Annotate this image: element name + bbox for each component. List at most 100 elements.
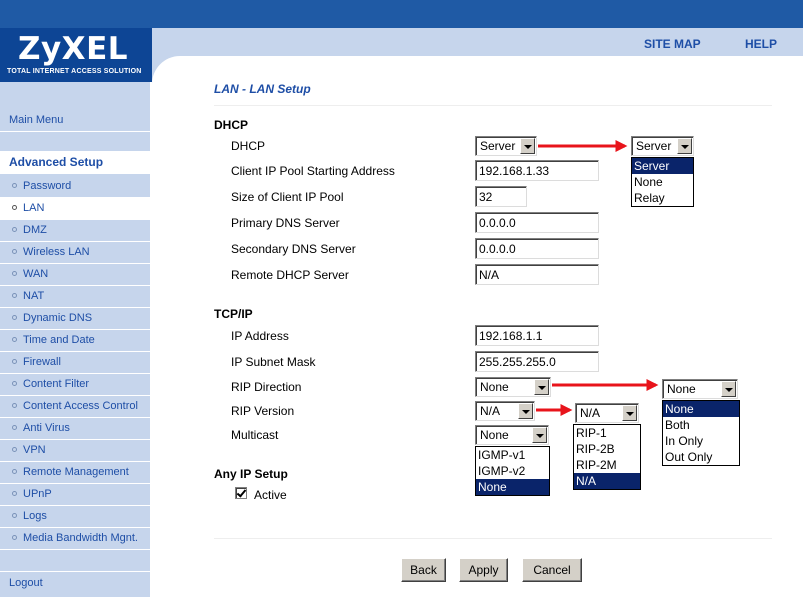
- cancel-button[interactable]: Cancel: [522, 558, 582, 582]
- multicast-select[interactable]: None: [475, 425, 549, 445]
- rip-version-popup-value: N/A: [580, 406, 601, 420]
- sidebar-item-label: UPnP: [23, 488, 52, 500]
- rip-version-select[interactable]: N/A: [475, 401, 535, 421]
- sidebar-item-wireless-lan[interactable]: Wireless LAN: [0, 242, 152, 264]
- rip-direction-option-out-only[interactable]: Out Only: [663, 449, 739, 465]
- top-nav-bar: SITE MAP HELP: [152, 28, 803, 56]
- subnet-mask-field[interactable]: [475, 351, 599, 372]
- rip-version-option-rip1[interactable]: RIP-1: [574, 425, 640, 441]
- page-title: LAN - LAN Setup: [214, 82, 311, 96]
- pool-start-label: Client IP Pool Starting Address: [231, 164, 395, 178]
- dhcp-option-none[interactable]: None: [632, 174, 693, 190]
- pool-start-field[interactable]: [475, 160, 599, 181]
- rip-direction-value: None: [480, 380, 509, 394]
- multicast-option-igmp-v1[interactable]: IGMP-v1: [476, 447, 549, 463]
- bullet-icon: [12, 315, 17, 320]
- sidebar-item-label: Firewall: [23, 356, 61, 368]
- dhcp-popup-select[interactable]: Server: [631, 136, 694, 156]
- sidebar-item-content-access-control[interactable]: Content Access Control: [0, 396, 152, 418]
- multicast-value: None: [480, 428, 509, 442]
- any-ip-active-checkbox[interactable]: [235, 487, 247, 499]
- pool-size-field[interactable]: [475, 186, 527, 207]
- bullet-icon: [12, 205, 17, 210]
- sidebar-main-menu[interactable]: Main Menu: [0, 110, 152, 132]
- pool-size-label: Size of Client IP Pool: [231, 190, 344, 204]
- bullet-icon: [12, 183, 17, 188]
- section-tcpip: TCP/IP: [214, 307, 253, 321]
- dhcp-option-server[interactable]: Server: [632, 158, 693, 174]
- sidebar-logout[interactable]: Logout: [0, 571, 152, 593]
- sidebar-item-vpn[interactable]: VPN: [0, 440, 152, 462]
- chevron-down-icon[interactable]: [520, 138, 535, 154]
- rip-version-value: N/A: [480, 404, 501, 418]
- rip-version-options-list: RIP-1 RIP-2B RIP-2M N/A: [573, 424, 641, 490]
- top-strip: [0, 0, 803, 28]
- dhcp-option-relay[interactable]: Relay: [632, 190, 693, 206]
- rip-version-label: RIP Version: [231, 404, 295, 418]
- dhcp-popup-value: Server: [636, 139, 672, 153]
- sidebar-item-dynamic-dns[interactable]: Dynamic DNS: [0, 308, 152, 330]
- sidebar-item-nat[interactable]: NAT: [0, 286, 152, 308]
- apply-button[interactable]: Apply: [459, 558, 508, 582]
- sidebar-item-remote-management[interactable]: Remote Management: [0, 462, 152, 484]
- sidebar-item-lan[interactable]: LAN: [0, 198, 152, 220]
- subnet-mask-label: IP Subnet Mask: [231, 355, 316, 369]
- sidebar-item-label: Content Access Control: [23, 400, 138, 412]
- multicast-option-none[interactable]: None: [476, 479, 549, 495]
- rip-direction-option-both[interactable]: Both: [663, 417, 739, 433]
- remote-dhcp-field[interactable]: [475, 264, 599, 285]
- rip-direction-option-none[interactable]: None: [663, 401, 739, 417]
- sidebar-item-upnp[interactable]: UPnP: [0, 484, 152, 506]
- sidebar-item-label: Wireless LAN: [23, 246, 90, 258]
- primary-dns-field[interactable]: [475, 212, 599, 233]
- sidebar-item-logs[interactable]: Logs: [0, 506, 152, 528]
- bullet-icon: [12, 447, 17, 452]
- sidebar-item-password[interactable]: Password: [0, 176, 152, 198]
- sidebar-item-time-and-date[interactable]: Time and Date: [0, 330, 152, 352]
- bullet-icon: [12, 535, 17, 540]
- dhcp-label: DHCP: [231, 139, 266, 153]
- bullet-icon: [12, 491, 17, 496]
- dhcp-select[interactable]: Server: [475, 136, 537, 156]
- chevron-down-icon[interactable]: [518, 403, 533, 419]
- bullet-icon: [12, 403, 17, 408]
- bullet-icon: [12, 337, 17, 342]
- rip-direction-option-in-only[interactable]: In Only: [663, 433, 739, 449]
- secondary-dns-field[interactable]: [475, 238, 599, 259]
- chevron-down-icon[interactable]: [721, 381, 736, 397]
- sidebar-item-anti-virus[interactable]: Anti Virus: [0, 418, 152, 440]
- rip-direction-select[interactable]: None: [475, 377, 551, 397]
- bullet-icon: [12, 469, 17, 474]
- chevron-down-icon[interactable]: [677, 138, 692, 154]
- section-any-ip: Any IP Setup: [214, 467, 288, 481]
- any-ip-active-label: Active: [254, 488, 287, 502]
- dhcp-select-value: Server: [480, 139, 516, 153]
- rip-version-option-na[interactable]: N/A: [574, 473, 640, 489]
- sidebar-item-wan[interactable]: WAN: [0, 264, 152, 286]
- chevron-down-icon[interactable]: [622, 405, 637, 421]
- sidebar-item-label: NAT: [23, 290, 45, 302]
- zyxel-logo: ZyXEL: [18, 31, 129, 67]
- rip-version-option-rip2b[interactable]: RIP-2B: [574, 441, 640, 457]
- sidebar-item-dmz[interactable]: DMZ: [0, 220, 152, 242]
- help-link[interactable]: HELP: [745, 37, 777, 51]
- sidebar-item-label: Anti Virus: [23, 422, 70, 434]
- sidebar-item-label: Password: [23, 180, 72, 192]
- multicast-option-igmp-v2[interactable]: IGMP-v2: [476, 463, 549, 479]
- sidebar-item-content-filter[interactable]: Content Filter: [0, 374, 152, 396]
- sidebar-spacer: [0, 132, 152, 152]
- sidebar-item-media-bandwidth-mgnt[interactable]: Media Bandwidth Mgnt.: [0, 528, 152, 550]
- back-button[interactable]: Back: [401, 558, 446, 582]
- section-dhcp: DHCP: [214, 118, 249, 132]
- chevron-down-icon[interactable]: [532, 427, 547, 443]
- rip-version-option-rip2m[interactable]: RIP-2M: [574, 457, 640, 473]
- rip-version-popup-select[interactable]: N/A: [575, 403, 639, 423]
- sidebar-main-menu-label: Main Menu: [9, 114, 64, 126]
- sidebar-item-firewall[interactable]: Firewall: [0, 352, 152, 374]
- secondary-dns-label: Secondary DNS Server: [231, 242, 356, 256]
- rip-direction-popup-value: None: [667, 382, 696, 396]
- chevron-down-icon[interactable]: [534, 379, 549, 395]
- site-map-link[interactable]: SITE MAP: [644, 37, 701, 51]
- ip-address-field[interactable]: [475, 325, 599, 346]
- rip-direction-popup-select[interactable]: None: [662, 379, 738, 399]
